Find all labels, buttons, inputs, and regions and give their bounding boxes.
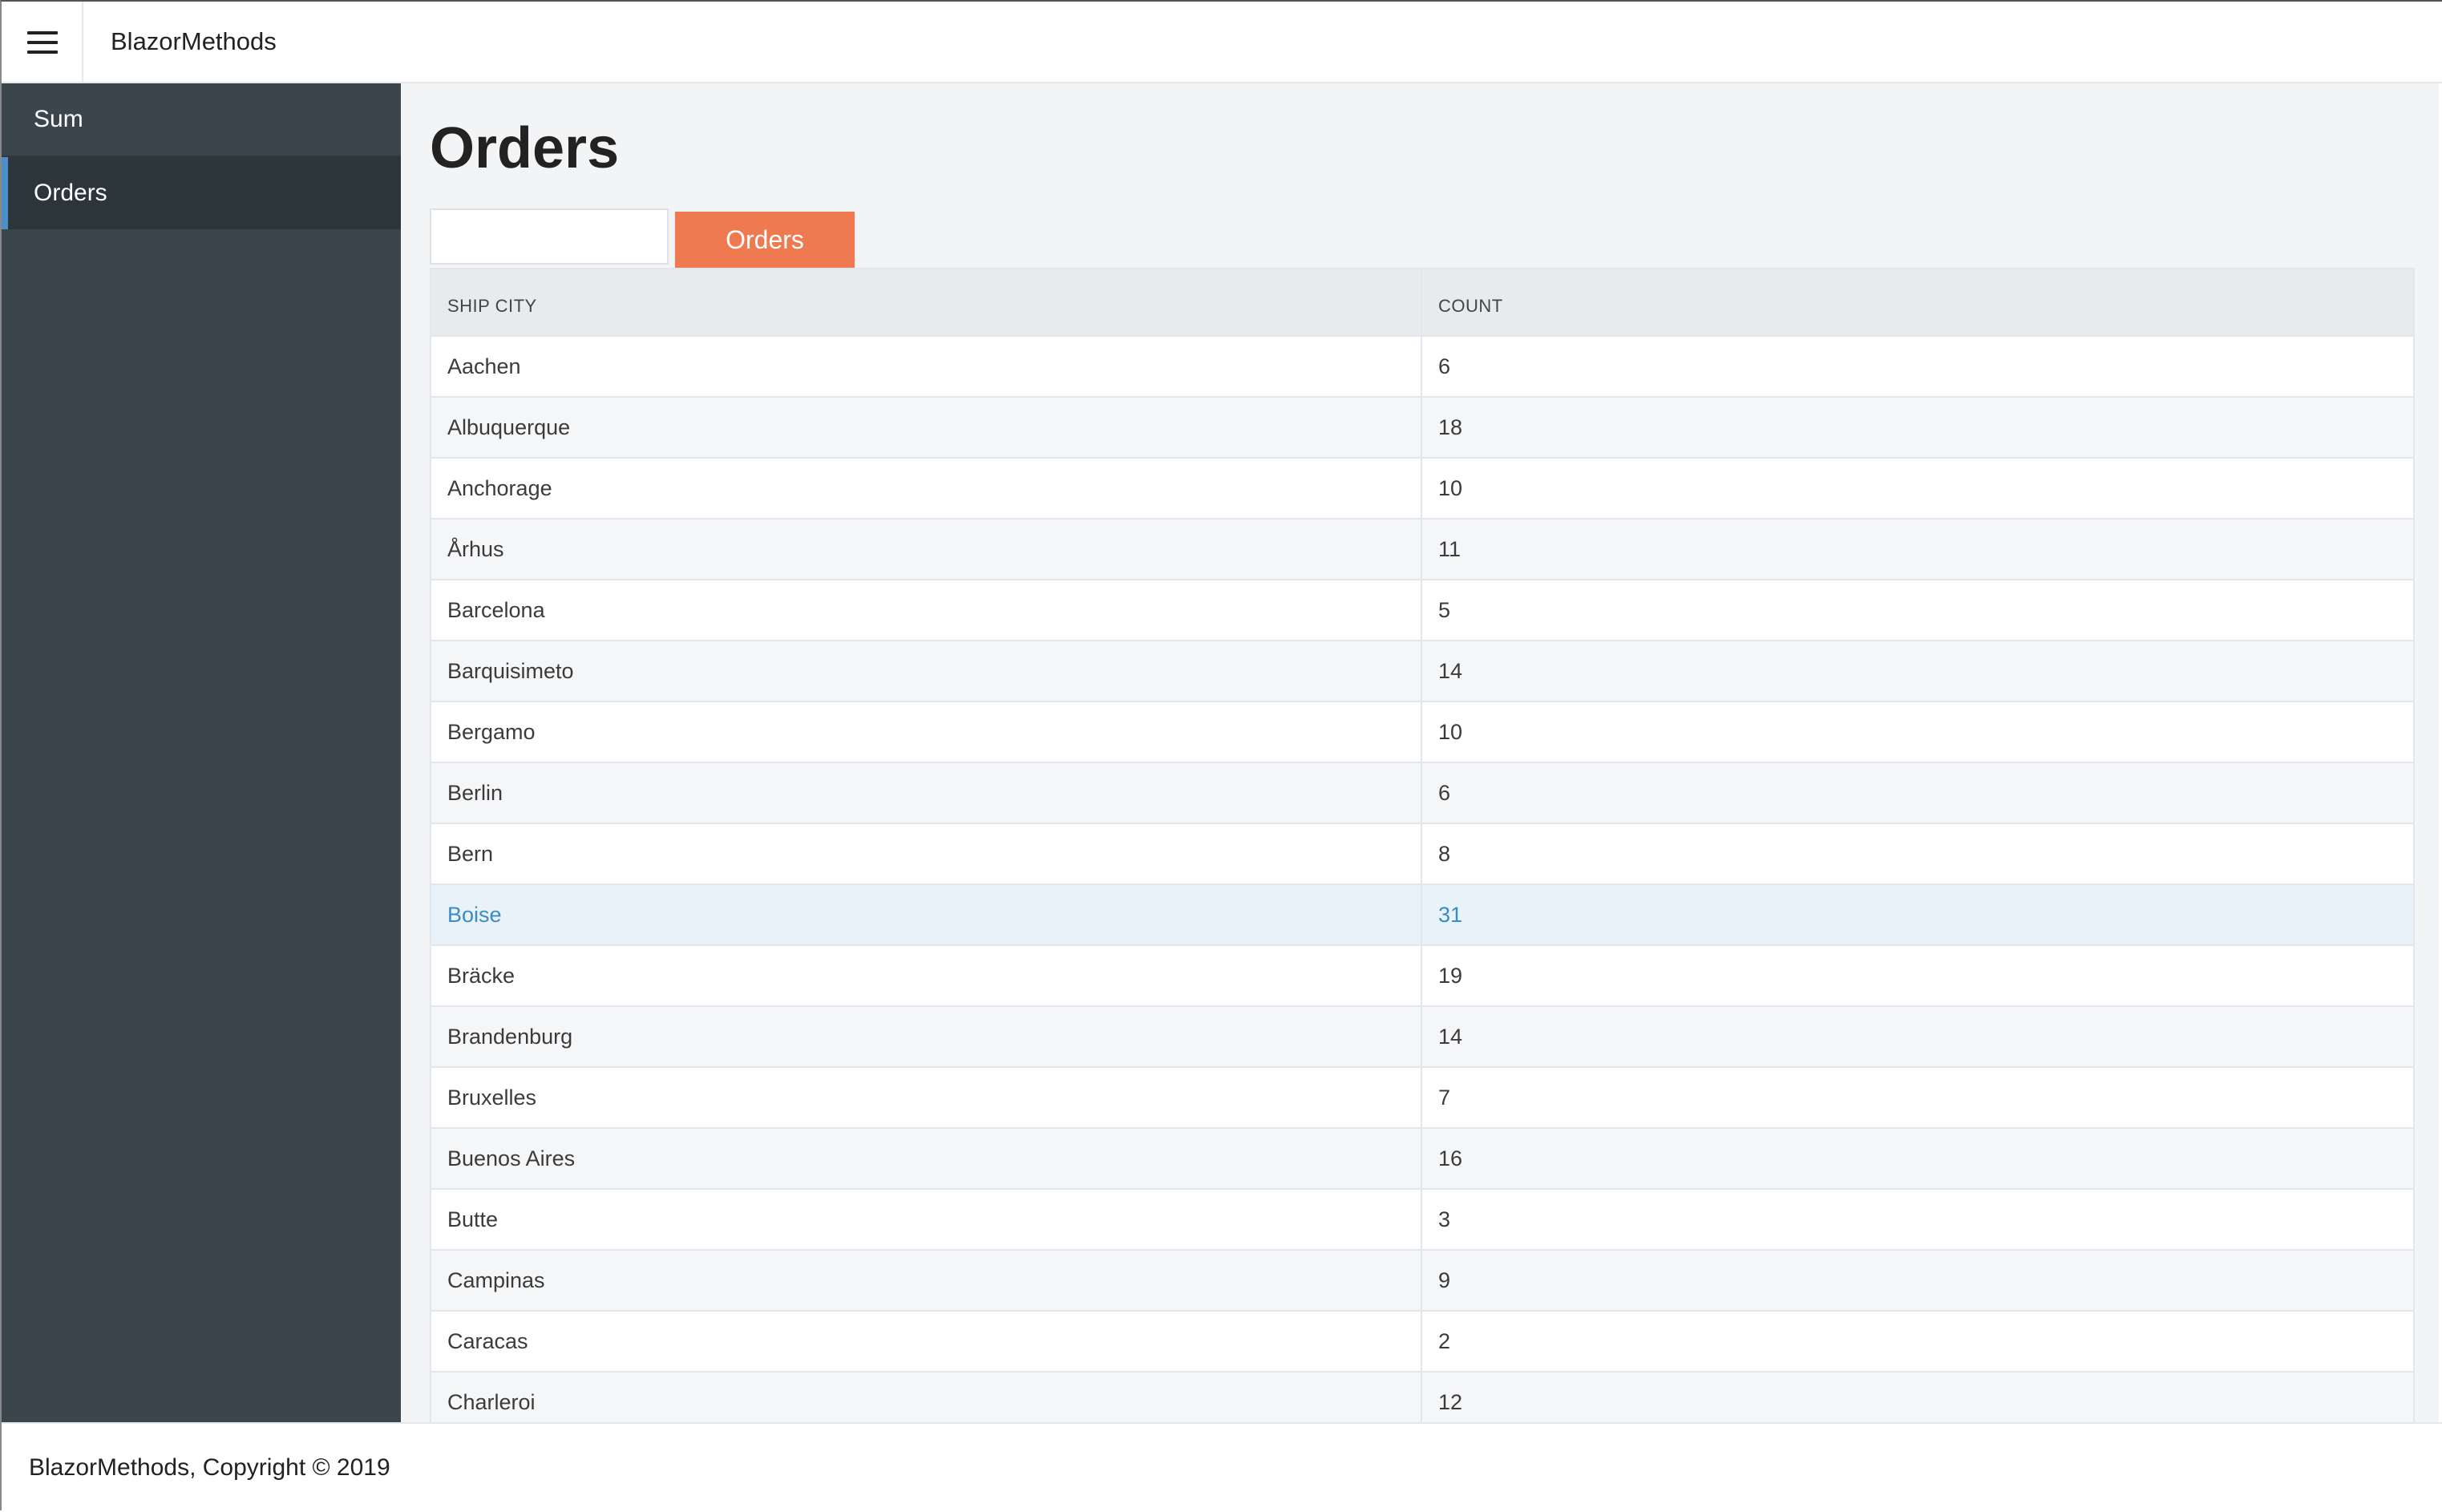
cell-count: 14 [1421,1005,2415,1068]
sidebar-item-orders[interactable]: Orders [2,157,401,229]
table-row[interactable]: Caracas 2 [430,1310,2415,1373]
cell-count: 11 [1421,518,2415,580]
page-edge [2439,83,2442,1422]
cell-ship-city: Albuquerque [430,396,1422,459]
footer-copyright: BlazorMethods, Copyright © 2019 [29,1454,390,1481]
hamburger-menu-icon[interactable] [2,2,83,82]
cell-ship-city: Anchorage [430,457,1422,519]
cell-count: 2 [1421,1310,2415,1373]
app-window: BlazorMethods Sum Orders Orders Orders S… [0,0,2442,1512]
cell-ship-city: Barcelona [430,579,1422,641]
cell-ship-city: Charleroi [430,1371,1422,1422]
cell-count: 19 [1421,944,2415,1007]
cell-ship-city: Bern [430,823,1422,885]
cell-count: 3 [1421,1188,2415,1251]
cell-ship-city: Bruxelles [430,1066,1422,1129]
table-row[interactable]: Bräcke 19 [430,944,2415,1007]
cell-count: 10 [1421,701,2415,763]
table-row[interactable]: Berlin 6 [430,762,2415,824]
table-row[interactable]: Campinas 9 [430,1249,2415,1312]
column-header-ship-city[interactable]: SHIP CITY [430,268,1422,337]
table-row[interactable]: Bergamo 10 [430,701,2415,763]
cell-count: 16 [1421,1127,2415,1190]
city-filter-input[interactable] [430,208,669,265]
cell-ship-city: Bräcke [430,944,1422,1007]
table-row[interactable]: Butte 3 [430,1188,2415,1251]
cell-ship-city: Butte [430,1188,1422,1251]
table-row[interactable]: Aachen 6 [430,335,2415,398]
table-row[interactable]: Buenos Aires 16 [430,1127,2415,1190]
cell-count: 7 [1421,1066,2415,1129]
main-content: Orders Orders SHIP CITY COUNT Aachen 6 Alb… [401,83,2439,1422]
cell-count: 8 [1421,823,2415,885]
cell-ship-city: Brandenburg [430,1005,1422,1068]
cell-count: 10 [1421,457,2415,519]
table-row[interactable]: Barquisimeto 14 [430,640,2415,702]
cell-ship-city: Caracas [430,1310,1422,1373]
cell-count: 5 [1421,579,2415,641]
table-row[interactable]: Bern 8 [430,823,2415,885]
table-row[interactable]: Boise 31 [430,883,2415,946]
table-row[interactable]: Barcelona 5 [430,579,2415,641]
cell-count: 14 [1421,640,2415,702]
table-row[interactable]: Charleroi 12 [430,1371,2415,1422]
grid-body: Aachen 6 Albuquerque 18 Anchorage 10 Århus 11 Ba… [430,335,2415,1422]
cell-ship-city: Århus [430,518,1422,580]
cell-count: 31 [1421,883,2415,946]
hamburger-bars [27,31,58,54]
page-title: Orders [430,116,620,180]
table-row[interactable]: Brandenburg 14 [430,1005,2415,1068]
cell-ship-city: Barquisimeto [430,640,1422,702]
sidebar-item-sum[interactable]: Sum [2,83,401,156]
table-row[interactable]: Bruxelles 7 [430,1066,2415,1129]
orders-button[interactable]: Orders [675,212,855,268]
cell-ship-city: Bergamo [430,701,1422,763]
table-row[interactable]: Århus 11 [430,518,2415,580]
app-brand[interactable]: BlazorMethods [111,2,277,82]
cell-count: 12 [1421,1371,2415,1422]
cell-count: 18 [1421,396,2415,459]
cell-count: 6 [1421,335,2415,398]
cell-ship-city: Campinas [430,1249,1422,1312]
cell-ship-city: Berlin [430,762,1422,824]
top-bar: BlazorMethods [2,2,2442,83]
cell-ship-city: Aachen [430,335,1422,398]
cell-ship-city: Buenos Aires [430,1127,1422,1190]
cell-count: 9 [1421,1249,2415,1312]
table-row[interactable]: Albuquerque 18 [430,396,2415,459]
orders-grid: SHIP CITY COUNT Aachen 6 Albuquerque 18 Anch… [430,268,2415,1422]
footer: BlazorMethods, Copyright © 2019 [2,1422,2442,1512]
grid-header-row: SHIP CITY COUNT [430,268,2415,337]
column-header-count[interactable]: COUNT [1421,268,2415,337]
table-row[interactable]: Anchorage 10 [430,457,2415,519]
cell-count: 6 [1421,762,2415,824]
sidebar: Sum Orders [2,83,401,1422]
cell-ship-city: Boise [430,883,1422,946]
